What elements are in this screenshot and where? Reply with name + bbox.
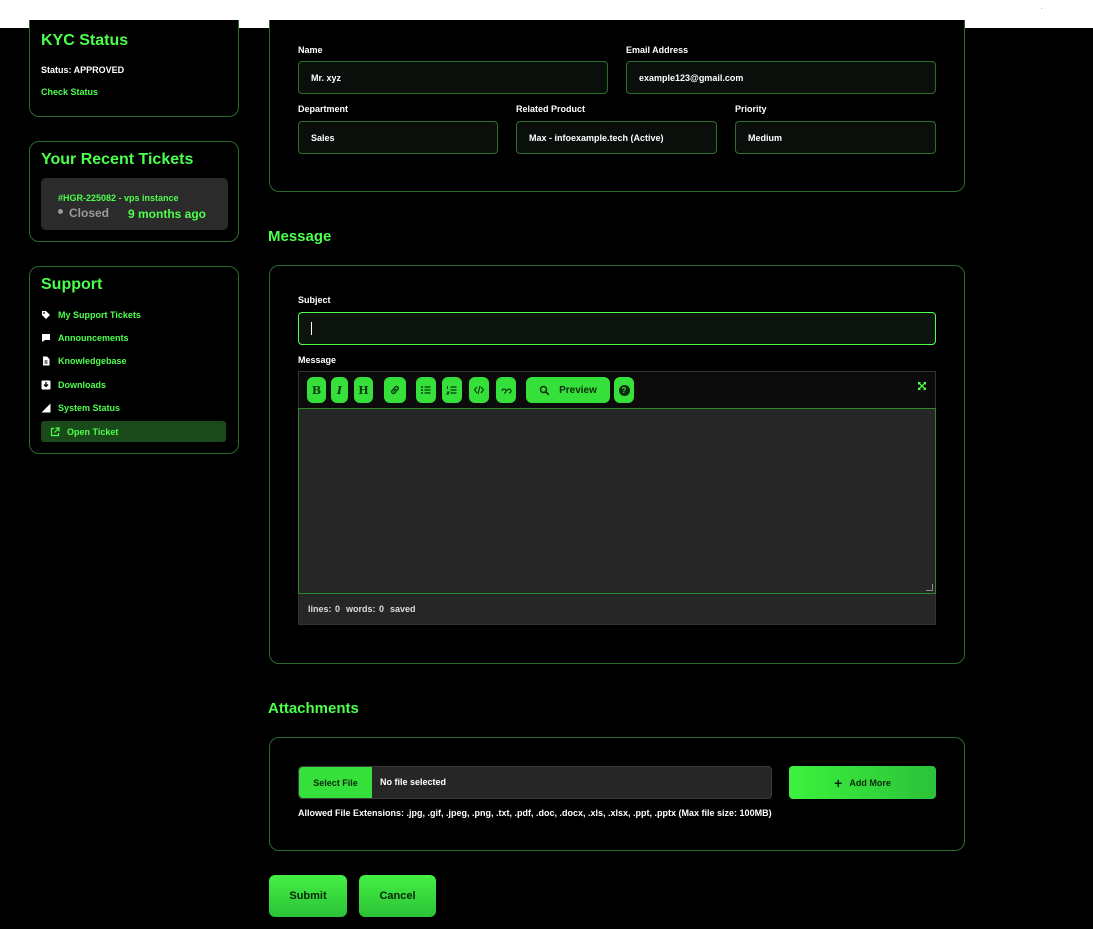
sidebar-item-label: Downloads: [58, 380, 107, 390]
sidebar-item-label: Announcements: [58, 333, 129, 343]
ticket-time: 9 months ago: [128, 207, 207, 221]
editor-toolbar: B I H Preview ?: [298, 371, 936, 409]
department-select[interactable]: Sales: [298, 121, 498, 154]
bold-button[interactable]: B: [307, 377, 326, 403]
numbered-list-button[interactable]: [442, 377, 462, 403]
sidebar-item-label: Knowledgebase: [58, 356, 127, 366]
priority-label: Priority: [735, 104, 767, 114]
cancel-button[interactable]: Cancel: [359, 875, 436, 917]
search-icon: [539, 385, 550, 395]
sidebar-item-system-status[interactable]: System Status: [41, 399, 120, 417]
heading-glyph: H: [358, 383, 369, 397]
email-label: Email Address: [626, 45, 689, 55]
check-status-link[interactable]: Check Status: [41, 87, 98, 97]
recent-ticket-item[interactable]: #HGR-225082 - vps instance Closed 9 mont…: [41, 178, 228, 230]
message-label: Message: [298, 355, 337, 365]
signal-icon: [41, 403, 51, 413]
recent-tickets-card: Your Recent Tickets #HGR-225082 - vps in…: [29, 141, 239, 242]
link-button[interactable]: [384, 377, 406, 403]
heading-button[interactable]: H: [354, 377, 373, 403]
preview-button[interactable]: Preview: [526, 377, 610, 403]
ticket-status-label: Closed: [69, 206, 110, 220]
subject-input[interactable]: [298, 312, 936, 345]
attachments-panel: Select File No file selected + Add More …: [269, 737, 965, 851]
kyc-title: KYC Status: [41, 32, 129, 49]
words-count: words: 0: [346, 604, 385, 614]
sidebar-item-open-ticket[interactable]: Open Ticket: [41, 421, 226, 442]
external-link-icon: [50, 426, 60, 437]
priority-select[interactable]: Medium: [735, 121, 936, 154]
resize-handle[interactable]: [926, 584, 933, 591]
status-dot-icon: [58, 209, 63, 215]
kyc-status-card: KYC Status Status: APPROVED Check Status: [29, 20, 239, 117]
sidebar-item-label: My Support Tickets: [58, 310, 141, 320]
lines-count: lines: 0: [308, 604, 341, 614]
recent-tickets-title: Your Recent Tickets: [41, 151, 194, 168]
message-textarea[interactable]: [298, 408, 936, 594]
preview-label: Preview: [559, 384, 597, 396]
numbered-list-icon: [446, 386, 457, 395]
help-button[interactable]: ?: [614, 377, 634, 403]
sidebar-item-my-support-tickets[interactable]: My Support Tickets: [41, 306, 141, 324]
submit-button[interactable]: Submit: [269, 875, 347, 917]
link-icon: [391, 385, 399, 395]
email-field[interactable]: example123@gmail.com: [626, 61, 936, 94]
ticket-status: Closed: [58, 206, 109, 220]
related-product-select[interactable]: Max - infoexample.tech (Active): [516, 121, 717, 154]
quote-button[interactable]: [496, 377, 516, 403]
sidebar-item-announcements[interactable]: Announcements: [41, 329, 129, 347]
name-label: Name: [298, 45, 323, 55]
editor-statusbar: lines: 0 words: 0 saved: [298, 594, 936, 625]
add-more-label: Add More: [849, 777, 891, 788]
file-name-text: No file selected: [380, 777, 447, 787]
autosave-status: saved: [390, 604, 416, 614]
allowed-extensions-text: Allowed File Extensions: .jpg, .gif, .jp…: [298, 808, 772, 818]
italic-button[interactable]: I: [331, 377, 348, 403]
ticket-id: #HGR-225082 - vps instance: [58, 193, 179, 203]
text-caret: [311, 322, 312, 335]
bullet-list-icon: [421, 386, 431, 394]
tag-icon: [41, 310, 51, 320]
support-card: Support My Support Tickets Announcements…: [29, 266, 239, 454]
kyc-status-text: Status: APPROVED: [41, 65, 125, 75]
quote-icon: [501, 388, 512, 394]
download-icon: [41, 380, 51, 390]
italic-glyph: I: [336, 383, 343, 397]
plus-icon: +: [834, 774, 843, 791]
name-field[interactable]: Mr. xyz: [298, 61, 608, 94]
select-file-button[interactable]: Select File: [299, 767, 372, 798]
code-button[interactable]: [469, 377, 489, 403]
support-title: Support: [41, 276, 103, 293]
bullet-list-button[interactable]: [416, 377, 436, 403]
fullscreen-icon[interactable]: [917, 381, 927, 394]
code-icon: [473, 385, 485, 395]
document-icon: [41, 356, 51, 366]
department-label: Department: [298, 104, 349, 114]
message-panel: Subject Message B I H Preview ? lines: 0…: [269, 265, 965, 664]
message-section-title: Message: [268, 228, 332, 245]
attachments-section-title: Attachments: [268, 700, 359, 717]
file-input[interactable]: Select File No file selected: [298, 766, 772, 799]
add-more-button[interactable]: + Add More: [789, 766, 936, 799]
subject-label: Subject: [298, 295, 331, 305]
help-icon: ?: [618, 384, 630, 396]
sidebar-item-label: System Status: [58, 403, 121, 413]
sidebar-item-label: Open Ticket: [67, 426, 119, 437]
related-product-label: Related Product: [516, 104, 586, 114]
bold-glyph: B: [311, 383, 322, 397]
sidebar-item-downloads[interactable]: Downloads: [41, 376, 106, 394]
ticket-info-panel: Name Mr. xyz Email Address example123@gm…: [269, 20, 965, 192]
comment-icon: [41, 333, 51, 343]
sidebar-item-knowledgebase[interactable]: Knowledgebase: [41, 352, 127, 370]
